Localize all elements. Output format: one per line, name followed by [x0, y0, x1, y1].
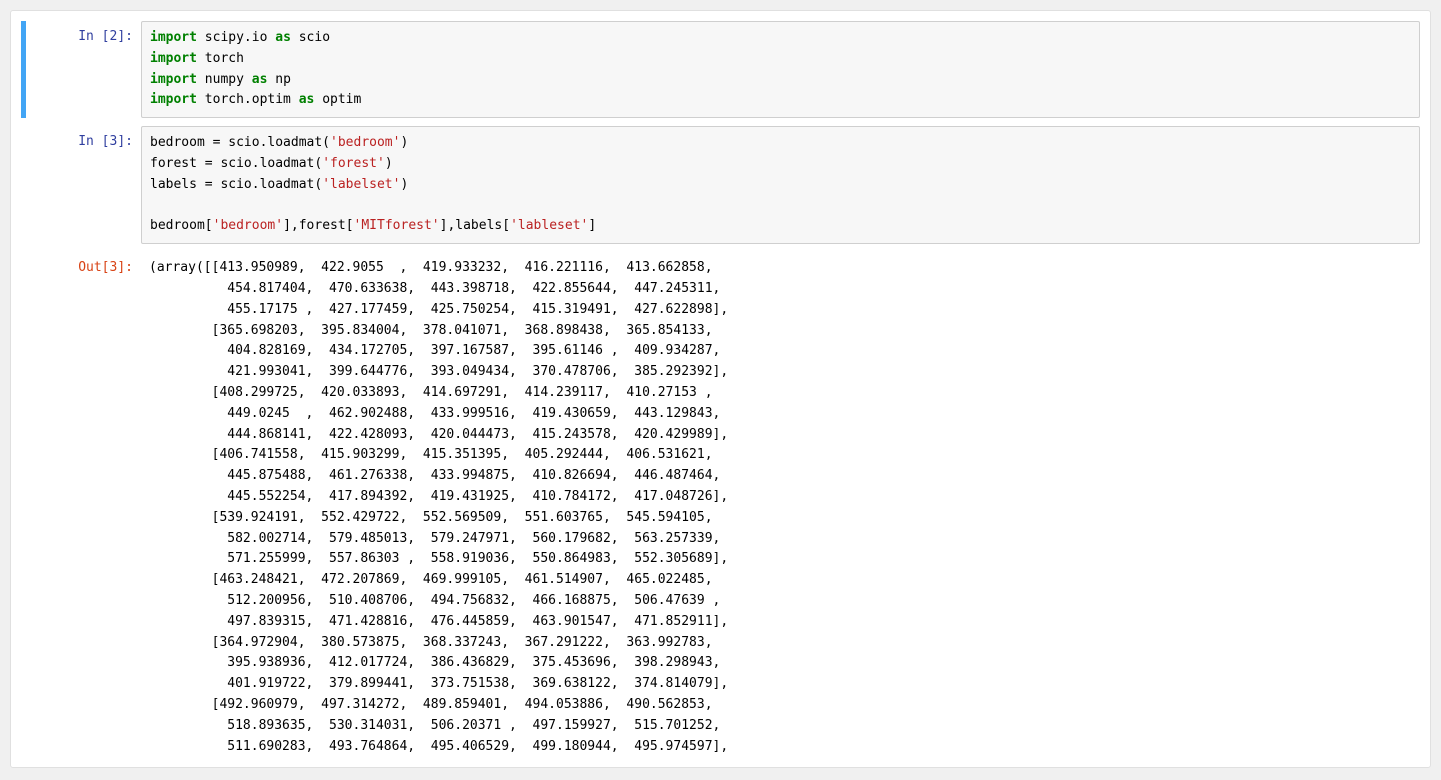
- out-prompt: Out[3]:: [26, 252, 141, 763]
- in-prompt: In [3]:: [26, 126, 141, 244]
- output-cell: Out[3]: (array([[413.950989, 422.9055 , …: [21, 252, 1420, 763]
- code-input[interactable]: bedroom = scio.loadmat('bedroom') forest…: [141, 126, 1420, 244]
- in-prompt: In [2]:: [26, 21, 141, 118]
- notebook-container: In [2]: import scipy.io as scio import t…: [10, 10, 1431, 768]
- code-input[interactable]: import scipy.io as scio import torch imp…: [141, 21, 1420, 118]
- output-text: (array([[413.950989, 422.9055 , 419.9332…: [141, 252, 1420, 763]
- code-cell[interactable]: In [2]: import scipy.io as scio import t…: [21, 21, 1420, 118]
- code-cell[interactable]: In [3]: bedroom = scio.loadmat('bedroom'…: [21, 126, 1420, 244]
